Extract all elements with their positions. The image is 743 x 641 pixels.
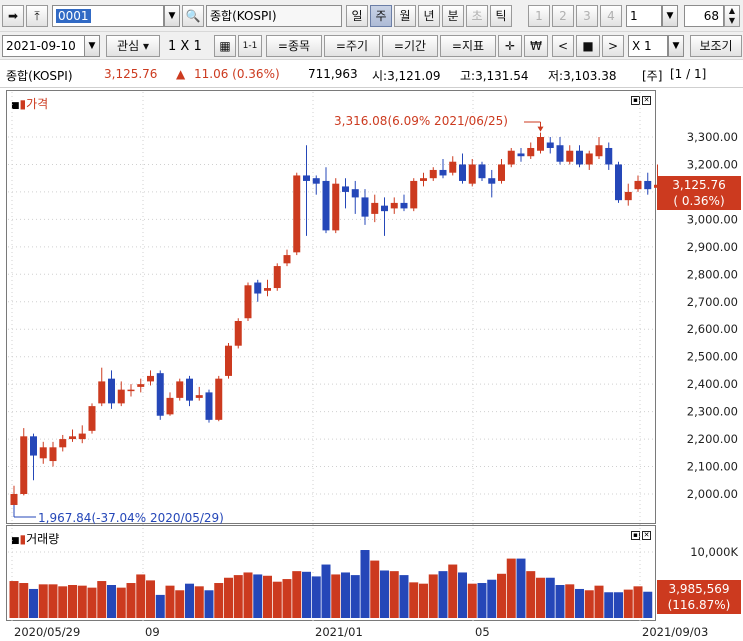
y-tick-label: 2,400.00 — [687, 377, 738, 391]
interest-button-label: 관심 — [117, 39, 140, 53]
maximize-icon[interactable]: ▪ — [631, 531, 640, 540]
small-grid-button[interactable]: 1-1 — [238, 35, 262, 57]
period-button-1[interactable]: 주 — [370, 5, 392, 27]
grid-icon[interactable]: ▦ — [214, 35, 236, 57]
period-button-0[interactable]: 일 — [346, 5, 368, 27]
link-arrow-icon[interactable]: ➡ — [2, 5, 24, 27]
pin-icon[interactable]: ⤒ — [26, 5, 48, 27]
y-tick-label: 2,200.00 — [687, 432, 738, 446]
code-dropdown-icon[interactable]: ▼ — [164, 5, 180, 27]
x-tick-label: 2021/01 — [315, 625, 363, 639]
low-annotation: 1,967.84(-37.04% 2020/05/29) — [38, 511, 224, 525]
close-icon[interactable]: ✕ — [642, 531, 651, 540]
volume-panel-title-text: 거래량 — [26, 532, 60, 546]
search-icon[interactable]: 🔍 — [182, 5, 204, 27]
volume-tick-label: 10,000K — [690, 545, 738, 559]
prev-icon[interactable]: < — [552, 35, 574, 57]
view-button[interactable]: 보조기 — [690, 35, 742, 57]
page-button-2[interactable]: 2 — [552, 5, 574, 27]
info-volume: 711,963 — [308, 67, 358, 81]
maximize-icon[interactable]: ▪ — [631, 96, 640, 105]
volume-panel[interactable]: ■▮거래량 ▪ ✕ — [6, 525, 656, 621]
price-panel[interactable]: ■▮가격 ▪ ✕ — [6, 90, 656, 524]
y-tick-label: 2,100.00 — [687, 460, 738, 474]
x-tick-label: 09 — [145, 625, 160, 639]
info-name: 종합(KOSPI) — [6, 69, 73, 83]
y-tick-label: 3,300.00 — [687, 130, 738, 144]
info-change: 11.06 (0.36%) — [194, 67, 280, 81]
y-tick-label: 2,500.00 — [687, 350, 738, 364]
date-input[interactable]: 2021-09-10 — [2, 35, 86, 57]
code-input[interactable]: 0001 — [52, 5, 164, 27]
page-button-1[interactable]: 1 — [528, 5, 550, 27]
y-tick-label: 3,200.00 — [687, 157, 738, 171]
page-button-4[interactable]: 4 — [600, 5, 622, 27]
x-tick-label: 05 — [475, 625, 490, 639]
page-dropdown-icon[interactable]: ▼ — [662, 5, 678, 27]
page-button-3[interactable]: 3 — [576, 5, 598, 27]
info-low: 저:3,103.38 — [548, 69, 617, 83]
y-tick-label: 2,700.00 — [687, 295, 738, 309]
stop-icon[interactable]: ■ — [576, 35, 600, 57]
period-button-6[interactable]: 틱 — [490, 5, 512, 27]
interest-button[interactable]: 관심 ▾ — [106, 35, 160, 57]
current-volume-label: 3,985,569 — [668, 582, 730, 596]
x-tick-label: 2021/09/03 — [642, 625, 708, 639]
y-tick-label: 2,300.00 — [687, 405, 738, 419]
code-input-value: 0001 — [56, 9, 91, 23]
add-indicator-button[interactable]: =지표 — [440, 35, 496, 57]
close-icon[interactable]: ✕ — [642, 96, 651, 105]
info-high: 고:3,131.54 — [460, 69, 529, 83]
panel-square-icon: ■ — [11, 536, 20, 546]
up-arrow-icon: ▲ — [176, 67, 186, 81]
count-input[interactable]: 68 — [684, 5, 724, 27]
layout-label: 1 X 1 — [168, 39, 202, 54]
won-icon[interactable]: ₩ — [524, 35, 548, 57]
volume-panel-title: ■▮거래량 — [11, 532, 60, 546]
index-name-field: 종합(KOSPI) — [206, 5, 342, 27]
current-volume-badge: 3,985,569 (116.87%) — [657, 580, 741, 614]
date-dropdown-icon[interactable]: ▼ — [84, 35, 100, 57]
y-tick-label: 2,000.00 — [687, 487, 738, 501]
info-price: 3,125.76 — [104, 67, 158, 81]
period-button-2[interactable]: 월 — [394, 5, 416, 27]
y-tick-label: 2,600.00 — [687, 322, 738, 336]
toolbar-top: ➡ ⤒ 0001 ▼ 🔍 종합(KOSPI) 일주월년분초틱1234 1 ▼ 6… — [0, 0, 743, 32]
multiplier-select[interactable]: X 1 — [628, 35, 668, 57]
info-bar: 종합(KOSPI) 3,125.76 ▲ 11.06 (0.36%) 711,9… — [0, 60, 743, 88]
current-price-badge: 3,125.76 ( 0.36%) — [657, 176, 741, 210]
current-price-label: 3,125.76 — [672, 178, 726, 192]
current-change-label: ( 0.36%) — [673, 194, 725, 208]
period-button-3[interactable]: 년 — [418, 5, 440, 27]
toolbar-second: 2021-09-10 ▼ 관심 ▾ 1 X 1 ▦ 1-1 =종목 =주기 =기… — [0, 32, 743, 60]
current-ratio-label: (116.87%) — [667, 598, 731, 612]
x-tick-label: 2020/05/29 — [14, 625, 80, 639]
y-tick-label: 2,800.00 — [687, 267, 738, 281]
price-panel-title: ■▮가격 — [11, 97, 49, 111]
period-button-4[interactable]: 분 — [442, 5, 464, 27]
info-page: [1 / 1] — [670, 67, 707, 81]
info-open: 시:3,121.09 — [372, 69, 441, 83]
add-term-button[interactable]: =기간 — [382, 35, 438, 57]
y-tick-label: 2,900.00 — [687, 240, 738, 254]
panel-square-icon: ■ — [11, 101, 20, 111]
add-period-button[interactable]: =주기 — [324, 35, 380, 57]
page-select[interactable]: 1 — [626, 5, 662, 27]
multiplier-dropdown-icon[interactable]: ▼ — [668, 35, 684, 57]
next-icon[interactable]: > — [602, 35, 624, 57]
add-stock-button[interactable]: =종목 — [266, 35, 322, 57]
info-period: [주] — [642, 69, 663, 83]
high-annotation: 3,316.08(6.09% 2021/06/25) — [334, 114, 508, 128]
price-panel-title-text: 가격 — [26, 97, 49, 111]
crosshair-icon[interactable]: ✛ — [498, 35, 522, 57]
period-button-5[interactable]: 초 — [466, 5, 488, 27]
y-tick-label: 3,000.00 — [687, 212, 738, 226]
count-spinner[interactable]: ▲ ▼ — [724, 5, 740, 27]
